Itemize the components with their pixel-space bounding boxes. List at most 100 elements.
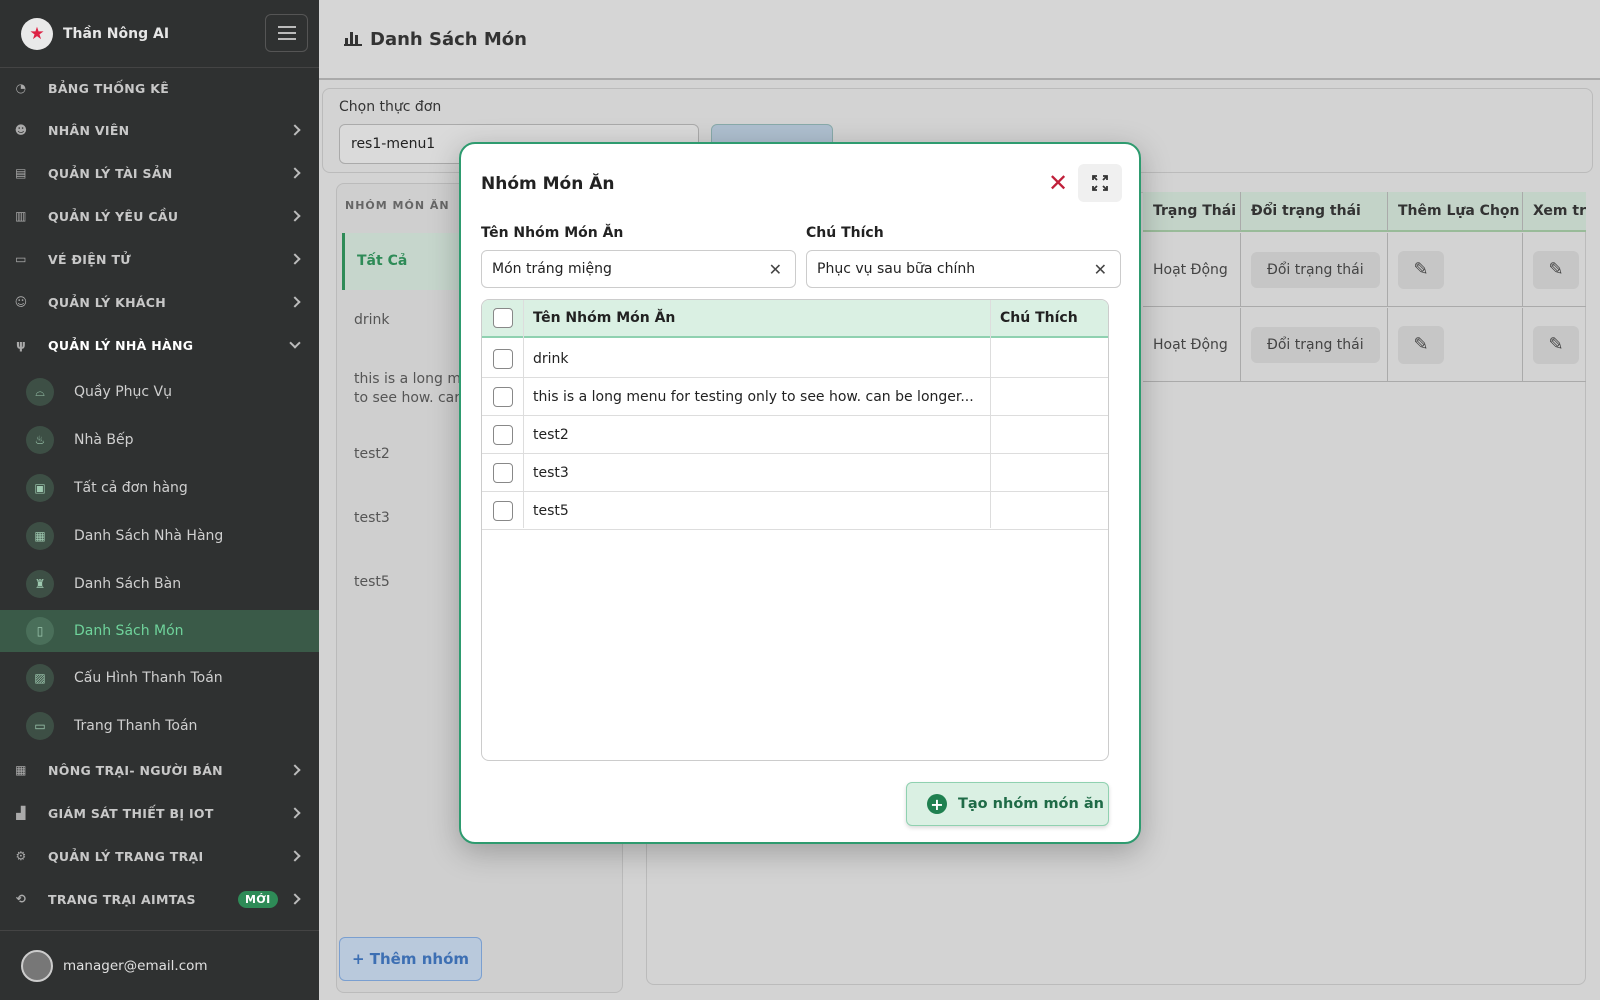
- sidebar-item-dish-list[interactable]: ▯ Danh Sách Món: [0, 610, 319, 652]
- nav-label: QUẢN LÝ TRANG TRẠI: [48, 848, 204, 864]
- table-row[interactable]: this is a long menu for testing only to …: [482, 378, 1108, 416]
- row-checkbox[interactable]: [493, 501, 513, 521]
- column-header-toggle: Đổi trạng thái: [1241, 192, 1388, 232]
- sidebar-item-restaurant-list[interactable]: ▦ Danh Sách Nhà Hàng: [0, 515, 319, 557]
- row-note: [1000, 416, 1100, 454]
- nav-iot[interactable]: ▟ GIÁM SÁT THIẾT BỊ IOT: [0, 793, 319, 833]
- row-name: test3: [533, 465, 569, 481]
- edit-icon[interactable]: ✎: [1398, 250, 1444, 289]
- nav-restaurant[interactable]: ψ QUẢN LÝ NHÀ HÀNG: [0, 325, 319, 365]
- chevron-right-icon: [289, 296, 301, 308]
- note-value: Phục vụ sau bữa chính: [817, 261, 976, 277]
- group-name-value: Món tráng miệng: [492, 261, 612, 277]
- chevron-right-icon: [289, 893, 301, 905]
- nav-requests[interactable]: ▥ QUẢN LÝ YÊU CẦU: [0, 196, 319, 236]
- edit-icon[interactable]: ✎: [1533, 325, 1579, 364]
- nav-staff[interactable]: ☻ NHÂN VIÊN: [0, 110, 319, 150]
- chevron-right-icon: [289, 764, 301, 776]
- nav-label: NHÂN VIÊN: [48, 122, 130, 138]
- sidebar-item-all-orders[interactable]: ▣ Tất cả đơn hàng: [0, 467, 319, 509]
- hamburger-menu-icon[interactable]: [265, 14, 308, 52]
- row-checkbox[interactable]: [493, 387, 513, 407]
- sidebar-item-table-list[interactable]: ♜ Danh Sách Bàn: [0, 563, 319, 605]
- payment-config-icon: ▨: [26, 664, 54, 692]
- sidebar-item-service-counter[interactable]: ⌓ Quầy Phục Vụ: [0, 371, 319, 413]
- view-cell: ✎: [1523, 233, 1586, 307]
- edit-icon[interactable]: ✎: [1398, 325, 1444, 364]
- clipboard-icon: ▥: [15, 209, 27, 223]
- card-icon: ▭: [26, 712, 54, 740]
- tractor-icon: ⚙: [15, 849, 27, 863]
- fork-knife-icon: ψ: [16, 338, 26, 352]
- sub-label: Danh Sách Món: [74, 623, 184, 639]
- row-note: [1000, 340, 1100, 378]
- note-field-label: Chú Thích: [806, 225, 884, 241]
- group-label: test3: [354, 510, 390, 526]
- toggle-status-button[interactable]: Đổi trạng thái: [1251, 251, 1380, 288]
- row-note: [1000, 492, 1100, 530]
- select-all-checkbox[interactable]: [493, 308, 513, 328]
- group-label: drink: [354, 312, 390, 328]
- sidebar-item-payment-config[interactable]: ▨ Cấu Hình Thanh Toán: [0, 657, 319, 699]
- sub-label: Danh Sách Bàn: [74, 576, 182, 592]
- new-badge: MỚI: [238, 890, 278, 908]
- sidebar-item-kitchen[interactable]: ♨ Nhà Bếp: [0, 419, 319, 461]
- column-header-name: Tên Nhóm Món Ăn: [523, 300, 990, 338]
- sub-label: Cấu Hình Thanh Toán: [74, 670, 223, 686]
- note-field[interactable]: Phục vụ sau bữa chính ✕: [806, 250, 1121, 288]
- sidebar: ★ Thần Nông AI ◔ BẢNG THỐNG KÊ ☻ NHÂN VI…: [0, 0, 319, 1000]
- row-checkbox[interactable]: [493, 349, 513, 369]
- select-all-cell: [482, 300, 523, 338]
- sub-label: Danh Sách Nhà Hàng: [74, 528, 224, 544]
- chevron-right-icon: [289, 167, 301, 179]
- nav-e-ticket[interactable]: ▭ VÉ ĐIỆN TỬ: [0, 239, 319, 279]
- nav-guests[interactable]: ☺ QUẢN LÝ KHÁCH: [0, 282, 319, 322]
- chevron-down-icon: [289, 337, 301, 349]
- table-row[interactable]: test5: [482, 492, 1108, 530]
- create-group-label: Tạo nhóm món ăn: [958, 796, 1104, 812]
- staff-icon: ☻: [14, 123, 28, 137]
- nav-farm-sellers[interactable]: ▦ NÔNG TRẠI- NGƯỜI BÁN: [0, 750, 319, 790]
- maximize-icon[interactable]: [1078, 164, 1122, 202]
- table-row[interactable]: drink: [482, 340, 1108, 378]
- row-note: [1000, 454, 1100, 492]
- group-name-field[interactable]: Món tráng miệng ✕: [481, 250, 796, 288]
- clear-icon[interactable]: ✕: [769, 260, 782, 279]
- row-name: drink: [533, 351, 569, 367]
- sub-label: Trang Thanh Toán: [74, 718, 198, 734]
- toggle-status-button[interactable]: Đổi trạng thái: [1251, 326, 1380, 363]
- add-option-cell: ✎: [1388, 308, 1523, 382]
- nav-label: TRANG TRẠI AIMTAS: [48, 891, 196, 907]
- create-group-button[interactable]: + Tạo nhóm món ăn: [906, 782, 1109, 826]
- nav-label: QUẢN LÝ TÀI SẢN: [48, 165, 173, 181]
- column-header-view: Xem trư: [1523, 192, 1586, 232]
- group-label: this is a long m to see how. car: [354, 371, 461, 406]
- nav-farm-management[interactable]: ⚙ QUẢN LÝ TRANG TRẠI: [0, 836, 319, 876]
- close-icon[interactable]: ✕: [1038, 164, 1078, 202]
- column-header-status: Trạng Thái: [1143, 192, 1241, 232]
- menu-select-label: Chọn thực đơn: [339, 99, 442, 115]
- edit-icon[interactable]: ✎: [1533, 250, 1579, 289]
- farm-icon: ▦: [15, 763, 27, 777]
- sidebar-item-payment-page[interactable]: ▭ Trang Thanh Toán: [0, 705, 319, 747]
- service-bell-icon: ⌓: [26, 378, 54, 406]
- chair-icon: ♜: [26, 570, 54, 598]
- orders-icon: ▣: [26, 474, 54, 502]
- user-profile[interactable]: manager@email.com: [0, 930, 319, 1000]
- avatar: [21, 949, 53, 982]
- table-row[interactable]: test2: [482, 416, 1108, 454]
- row-checkbox[interactable]: [493, 463, 513, 483]
- nav-assets[interactable]: ▤ QUẢN LÝ TÀI SẢN: [0, 153, 319, 193]
- nav-dashboard[interactable]: ◔ BẢNG THỐNG KÊ: [0, 68, 319, 108]
- chevron-right-icon: [289, 124, 301, 136]
- aimtas-icon: ⟲: [15, 892, 27, 906]
- modal-title: Nhóm Món Ăn: [481, 174, 615, 194]
- plus-circle-icon: +: [927, 794, 947, 814]
- table-row[interactable]: test3: [482, 454, 1108, 492]
- add-group-button[interactable]: + Thêm nhóm: [339, 937, 482, 981]
- row-checkbox[interactable]: [493, 425, 513, 445]
- clear-icon[interactable]: ✕: [1094, 260, 1107, 279]
- chart-icon: ▟: [16, 806, 26, 820]
- chevron-right-icon: [289, 807, 301, 819]
- nav-aimtas[interactable]: ⟲ TRANG TRẠI AIMTAS MỚI: [0, 879, 319, 919]
